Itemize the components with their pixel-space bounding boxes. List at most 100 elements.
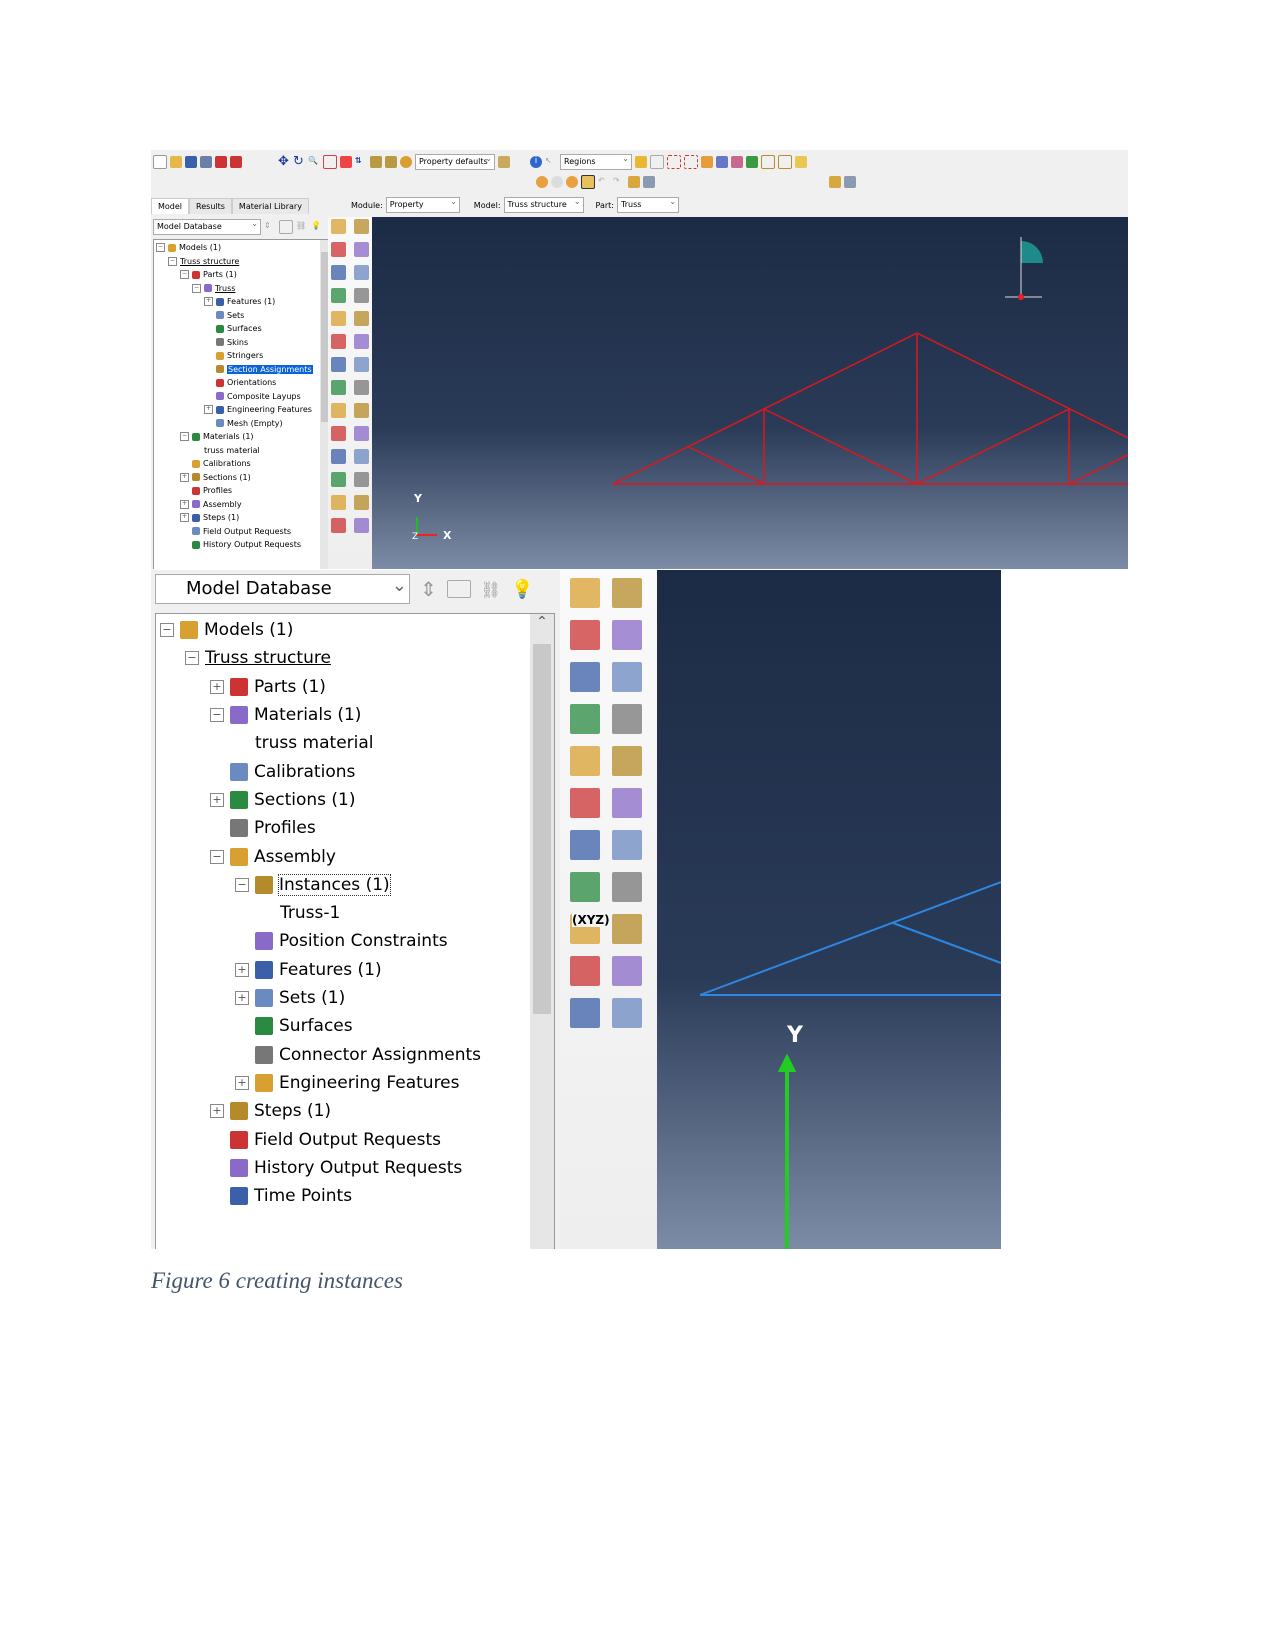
tree-item[interactable]: + Parts (1) <box>210 673 326 701</box>
tree-item[interactable]: − Truss structure <box>168 255 239 269</box>
tab-material-library[interactable]: Material Library <box>231 198 309 214</box>
tree-item[interactable]: History Output Requests <box>210 1154 462 1182</box>
toolbox-tool-icon[interactable] <box>354 242 369 257</box>
expand-toggle-icon[interactable]: − <box>180 270 189 280</box>
box-select-icon[interactable] <box>667 155 681 169</box>
selection-color-icon[interactable] <box>635 156 647 168</box>
tree-item[interactable]: + Engineering Features <box>204 403 312 417</box>
toolbox-tool-icon[interactable] <box>331 518 346 533</box>
toolbox-tool-icon[interactable] <box>612 914 642 944</box>
cube-hidden-icon[interactable] <box>778 155 792 169</box>
toolbox-tool-icon[interactable] <box>570 788 600 818</box>
pan-icon[interactable]: ✥ <box>278 155 290 168</box>
toolbox-tool-icon[interactable] <box>331 311 346 326</box>
tree-item[interactable]: Connector Assignments <box>235 1041 481 1069</box>
select-points-icon[interactable] <box>684 155 698 169</box>
query-icon[interactable] <box>581 175 595 189</box>
expand-toggle-icon[interactable]: − <box>180 432 189 442</box>
cube-green-icon[interactable] <box>746 156 758 168</box>
toolbox-tool-icon[interactable] <box>354 219 369 234</box>
tree-scroll-thumb[interactable] <box>321 252 328 422</box>
tree-item[interactable]: Mesh (Empty) <box>204 417 283 431</box>
tree-item[interactable]: truss material <box>192 444 260 458</box>
tree-item[interactable]: Position Constraints <box>235 927 448 955</box>
toolbox-tool-icon[interactable] <box>570 872 600 902</box>
toolbox-tool-icon[interactable] <box>612 620 642 650</box>
toolbox-tool-icon[interactable] <box>570 578 600 608</box>
truss-member[interactable] <box>916 408 1070 485</box>
select-inside-icon[interactable] <box>701 156 713 168</box>
tree-item[interactable]: + Sections (1) <box>180 471 251 485</box>
toolbox-tool-icon[interactable] <box>354 426 369 441</box>
info-icon[interactable]: i <box>530 156 542 168</box>
manager-icon[interactable] <box>643 176 655 188</box>
tree-item[interactable]: − Instances (1) <box>235 871 391 899</box>
part-select[interactable]: Truss <box>617 195 680 213</box>
tree-item[interactable]: − Truss <box>192 282 235 296</box>
tree-item[interactable]: Orientations <box>204 376 276 390</box>
toolbox-tool-icon[interactable] <box>331 449 346 464</box>
tree-item[interactable]: Surfaces <box>204 322 262 336</box>
tree-item[interactable]: + Steps (1) <box>180 511 239 525</box>
toolbox-tool-icon[interactable] <box>354 403 369 418</box>
tree-item[interactable]: − Assembly <box>210 842 336 870</box>
toolbox-tool-icon[interactable] <box>331 242 346 257</box>
expand-toggle-icon[interactable]: − <box>210 708 224 723</box>
viewport[interactable]: Y X Z <box>372 217 1128 569</box>
toolbox-tool-icon[interactable] <box>354 472 369 487</box>
toolbox-tool-icon[interactable] <box>612 998 642 1028</box>
toolbox-tool-icon[interactable] <box>570 704 600 734</box>
tree-item[interactable]: Field Output Requests <box>180 525 291 539</box>
toolbox-tool-icon[interactable] <box>331 265 346 280</box>
tree-item[interactable]: − Models (1) <box>156 241 221 255</box>
part-display-icon[interactable] <box>628 176 640 188</box>
open-icon[interactable] <box>170 156 182 168</box>
tree-item[interactable]: Stringers <box>204 349 263 363</box>
truss-member[interactable] <box>892 922 1001 964</box>
render-icon[interactable] <box>370 156 382 168</box>
truss-member[interactable] <box>916 332 1128 484</box>
tree-scroll-thumb[interactable] <box>533 644 551 1014</box>
render-style-select[interactable]: Property defaults <box>415 152 495 170</box>
toolbox-tool-icon[interactable] <box>331 334 346 349</box>
viewport[interactable]: Y <box>657 570 1001 1249</box>
toolbox-tool-icon[interactable] <box>612 956 642 986</box>
toolbox-tool-icon[interactable] <box>354 357 369 372</box>
tree-item[interactable]: − Materials (1) <box>210 701 361 729</box>
collapse-icon[interactable] <box>279 220 293 234</box>
tree-item[interactable]: Profiles <box>180 484 232 498</box>
toolbox-tool-icon[interactable] <box>354 495 369 510</box>
toolbox-tool-icon[interactable] <box>331 495 346 510</box>
expand-toggle-icon[interactable]: − <box>185 651 199 666</box>
wireframe-icon[interactable] <box>385 156 397 168</box>
tree-item[interactable]: Truss-1 <box>260 899 340 927</box>
export-icon[interactable] <box>230 156 242 168</box>
toolbox-tool-icon[interactable] <box>354 265 369 280</box>
expand-toggle-icon[interactable]: + <box>180 472 189 482</box>
selection-filter-select[interactable]: Regions <box>560 152 632 170</box>
toolbox-tool-icon[interactable] <box>570 998 600 1028</box>
expand-toggle-icon[interactable]: + <box>180 499 189 509</box>
cube-mesh-icon[interactable] <box>716 156 728 168</box>
toolbox-tool-icon[interactable] <box>354 311 369 326</box>
print-icon[interactable] <box>200 156 212 168</box>
tab-results[interactable]: Results <box>189 198 232 214</box>
expand-toggle-icon[interactable]: − <box>192 283 201 293</box>
model-select[interactable]: Truss structure <box>503 195 584 213</box>
tree-source-select[interactable]: Model Database <box>153 217 261 235</box>
tree-source-select[interactable]: Model Database <box>155 572 410 604</box>
cube-shaded-icon[interactable] <box>795 156 807 168</box>
zoom-icon[interactable]: 🔍 <box>308 156 320 168</box>
sort-icon[interactable]: ⇕ <box>264 221 276 233</box>
expand-toggle-icon[interactable]: + <box>235 991 249 1006</box>
expand-toggle-icon[interactable]: + <box>204 405 213 415</box>
fit-view-icon[interactable] <box>340 156 352 168</box>
toolbox-tool-icon[interactable] <box>354 449 369 464</box>
undo-icon[interactable]: ↶ <box>598 176 610 188</box>
tree-item[interactable]: Section Assignments <box>204 363 313 377</box>
display-group-icon[interactable] <box>536 176 548 188</box>
tree-scrollbar[interactable]: ⌃ <box>530 614 554 1249</box>
view-cube-icon[interactable] <box>498 156 510 168</box>
palette-icon[interactable] <box>400 156 412 168</box>
truss-member[interactable] <box>1068 447 1128 485</box>
